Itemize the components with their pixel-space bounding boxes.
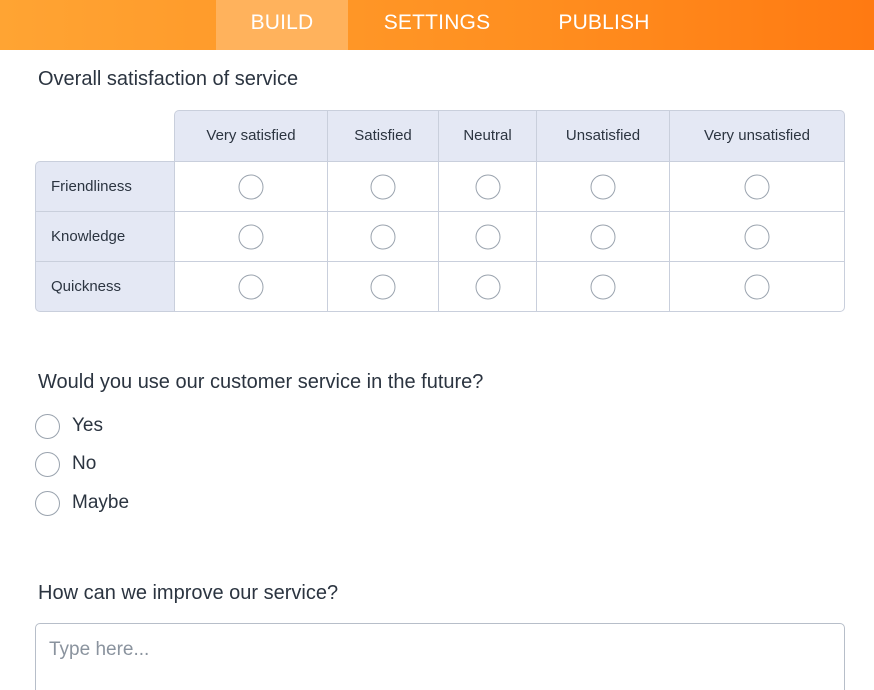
question-title-satisfaction: Overall satisfaction of service [38, 68, 299, 90]
matrix-row-label: Quickness [51, 278, 122, 295]
matrix-column-header: Satisfied [328, 111, 439, 161]
improvement-textarea[interactable]: Type here... [35, 623, 845, 690]
tab-build[interactable]: BUILD [216, 0, 348, 50]
matrix-radio-button[interactable] [475, 224, 500, 249]
choice-label: Maybe [72, 492, 130, 513]
matrix-radio-button[interactable] [370, 174, 396, 199]
matrix-radio-button[interactable] [475, 174, 500, 199]
matrix-column-headers: Very satisfied Satisfied Neutral Unsatis… [174, 110, 845, 161]
matrix-cell [537, 262, 670, 312]
radio-button[interactable] [35, 414, 60, 439]
question-title-improve: How can we improve our service? [38, 582, 339, 604]
choice-label: Yes [72, 415, 103, 436]
matrix-radio-button[interactable] [475, 274, 500, 300]
matrix-radio-button[interactable] [744, 224, 770, 249]
radio-button[interactable] [35, 491, 60, 516]
tab-publish[interactable]: PUBLISH [530, 0, 678, 50]
matrix-cell [175, 262, 328, 312]
matrix-cell [670, 162, 844, 212]
matrix-radio-button[interactable] [590, 274, 616, 300]
matrix-radio-button[interactable] [238, 274, 264, 300]
matrix-radio-button[interactable] [590, 174, 616, 199]
matrix-cell [537, 162, 670, 212]
matrix-radio-button[interactable] [744, 274, 770, 300]
matrix-column-header: Unsatisfied [537, 111, 670, 161]
matrix-cell [328, 162, 439, 212]
radio-button[interactable] [35, 452, 60, 477]
matrix-body [174, 161, 845, 312]
textarea-placeholder: Type here... [49, 639, 150, 660]
matrix-cell [328, 212, 439, 262]
matrix-cell [670, 262, 844, 312]
matrix-radio-button[interactable] [744, 174, 770, 199]
matrix-column-header: Very unsatisfied [704, 127, 810, 144]
matrix-cell [439, 262, 537, 312]
matrix-row-headers: Friendliness Knowledge Quickness [35, 161, 175, 312]
choice-label: No [72, 453, 97, 474]
matrix-cell [537, 212, 670, 262]
matrix-cell [439, 212, 537, 262]
matrix-radio-button[interactable] [590, 224, 616, 249]
question-title-future-use: Would you use our customer service in th… [38, 371, 484, 393]
satisfaction-matrix: Very satisfied Satisfied Neutral Unsatis… [35, 110, 845, 312]
matrix-radio-button[interactable] [370, 224, 396, 249]
matrix-radio-button[interactable] [238, 224, 264, 249]
matrix-radio-button[interactable] [238, 174, 264, 199]
matrix-radio-button[interactable] [370, 274, 396, 300]
matrix-row-label: Friendliness [36, 162, 175, 212]
matrix-column-header: Neutral [439, 111, 537, 161]
matrix-row-label: Knowledge [36, 212, 175, 262]
tab-settings[interactable]: SETTINGS [360, 0, 514, 50]
matrix-cell [175, 212, 328, 262]
top-nav-bar: BUILD SETTINGS PUBLISH [0, 0, 874, 50]
matrix-cell [175, 162, 328, 212]
matrix-column-header: Very satisfied [175, 111, 328, 161]
matrix-cell [670, 212, 844, 262]
matrix-cell [328, 262, 439, 312]
matrix-cell [439, 162, 537, 212]
